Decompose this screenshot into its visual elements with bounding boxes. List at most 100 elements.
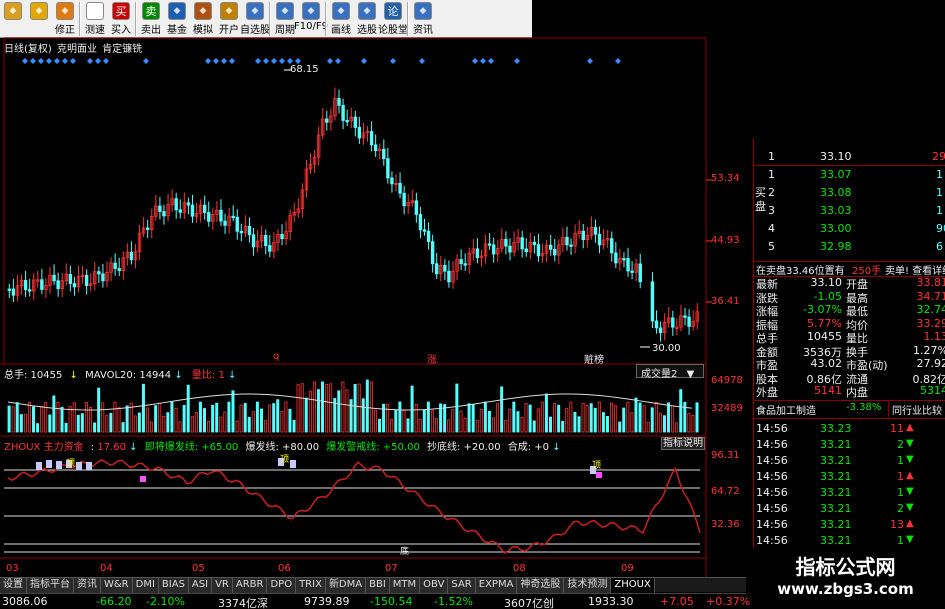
up-arrow-icon: ▲: [906, 470, 914, 481]
volume-bar: [528, 404, 532, 433]
tab-9[interactable]: DPO: [267, 578, 297, 593]
tab-10[interactable]: TRIX: [296, 578, 326, 593]
buy-level-row[interactable]: 5 32.98 6: [754, 240, 945, 255]
signal-diamond: [103, 58, 109, 64]
tick-row[interactable]: 14:56 33.21 2 ▼: [754, 438, 945, 453]
candle: [386, 158, 390, 179]
tab-19[interactable]: ZHOUX: [611, 578, 655, 593]
sell-level-row[interactable]: 1 33.10 29: [754, 150, 945, 165]
tab-3[interactable]: W&R: [101, 578, 133, 593]
period-label[interactable]: 日线(复权): [4, 44, 52, 55]
candle: [597, 233, 602, 246]
volume-bar: [585, 405, 589, 433]
buy-level-row[interactable]: 3 33.03 1: [754, 204, 945, 219]
volume-bar: [341, 381, 345, 433]
candle: [11, 288, 16, 296]
candle: [430, 241, 435, 265]
signal-diamond: [30, 58, 36, 64]
tab-5[interactable]: BIAS: [158, 578, 189, 593]
volume-bar: [109, 412, 113, 433]
volume-bar: [520, 417, 524, 433]
volume-bar: [272, 403, 276, 433]
tick-row[interactable]: 14:56 33.23 11 ▲: [754, 422, 945, 437]
indicator-help-button[interactable]: 指标说明: [661, 437, 705, 450]
volume-bar: [198, 401, 202, 433]
tab-2[interactable]: 资讯: [74, 578, 101, 593]
tab-0[interactable]: 设置: [0, 578, 27, 593]
signal-diamond: [271, 58, 277, 64]
tick-price: 33.21: [820, 518, 852, 531]
quote-row[interactable]: 外盘 5141 内盘 5314: [754, 384, 945, 399]
event-label[interactable]: q: [273, 351, 279, 362]
sell-signal-marker: [46, 460, 52, 468]
tab-12[interactable]: BBI: [366, 578, 390, 593]
quote-value: 5141: [814, 384, 842, 397]
volume-bar: [80, 413, 84, 433]
volume-bar: [671, 405, 675, 433]
tab-8[interactable]: ARBR: [232, 578, 268, 593]
buy-level-row[interactable]: 4 33.00 90: [754, 222, 945, 237]
volume-indicator-select[interactable]: 成交量2 ▼: [636, 364, 704, 380]
volume: 90: [936, 222, 945, 235]
volume-bar: [667, 402, 671, 433]
signal-diamond: [87, 58, 93, 64]
volume-bar: [268, 404, 272, 433]
volume-bar: [471, 404, 475, 433]
alert-bar[interactable]: 在卖盘33.46位置有 250手卖单! 查看详细: [754, 262, 945, 277]
tab-6[interactable]: ASI: [188, 578, 213, 593]
volume-bar: [479, 408, 483, 433]
volume-bar: [496, 403, 500, 433]
tick-row[interactable]: 14:56 33.21 1 ▼: [754, 486, 945, 501]
tick-row[interactable]: 14:56 33.21 13 ▲: [754, 518, 945, 533]
volume-bar: [89, 407, 93, 433]
signal-diamond: [229, 58, 235, 64]
indicator-mark: 顶: [66, 459, 76, 469]
volume-bar: [626, 401, 630, 433]
candle: [658, 327, 663, 334]
event-label[interactable]: 赃榜: [584, 351, 604, 366]
buy-level-row[interactable]: 1 33.07 1: [754, 168, 945, 183]
volume-bar: [259, 408, 263, 433]
tab-15[interactable]: SAR: [448, 578, 476, 593]
volume-bar: [373, 409, 377, 433]
volume-bar: [451, 409, 455, 433]
tab-18[interactable]: 技术预测: [564, 578, 612, 593]
volume-bar: [227, 401, 231, 433]
tab-17[interactable]: 神奇选股: [517, 578, 565, 593]
tab-14[interactable]: OBV: [420, 578, 449, 593]
down-arrow-icon: ↓: [69, 370, 78, 381]
signal-diamond: [335, 58, 341, 64]
tab-7[interactable]: VR: [212, 578, 233, 593]
volume-bar: [64, 422, 68, 433]
tick-price: 33.21: [820, 438, 852, 451]
x-axis-label: 09: [621, 563, 634, 574]
quote-value: 32.74: [916, 303, 945, 316]
candle: [398, 182, 402, 194]
divider: [754, 418, 945, 419]
volume-tick: 32489: [711, 403, 743, 414]
tab-11[interactable]: 新DMA: [325, 578, 367, 593]
volume-header: 总手: 10455 ↓ MAVOL20: 14944 ↓ 量比: 1 ↓: [4, 366, 236, 381]
tick-row[interactable]: 14:56 33.21 1 ▼: [754, 454, 945, 469]
down-arrow-icon: ▼: [906, 486, 914, 497]
tick-row[interactable]: 14:56 33.21 2 ▼: [754, 502, 945, 517]
volume-bar: [597, 401, 601, 433]
tick-row[interactable]: 14:56 33.21 1 ▲: [754, 470, 945, 485]
quote-value: 5314: [920, 384, 945, 397]
candle: [251, 234, 256, 248]
industry-row[interactable]: 食品加工制造 -3.38% 同行业比较: [754, 402, 945, 417]
tab-13[interactable]: MTM: [389, 578, 421, 593]
volume-bar: [398, 401, 402, 433]
tab-16[interactable]: EXPMA: [475, 578, 518, 593]
buy-level-row[interactable]: 2 33.08 1: [754, 186, 945, 201]
volume-bar: [329, 383, 333, 433]
volume-bar: [589, 403, 593, 433]
tab-4[interactable]: DMI: [132, 578, 159, 593]
volume-bar: [382, 403, 386, 433]
volume-bar: [308, 390, 312, 433]
volume-bar: [459, 410, 463, 433]
industry-compare-button[interactable]: 同行业比较: [888, 402, 942, 417]
tab-1[interactable]: 指标平台: [27, 578, 74, 593]
tick-price: 33.23: [820, 422, 852, 435]
event-label[interactable]: 涨: [427, 351, 437, 366]
